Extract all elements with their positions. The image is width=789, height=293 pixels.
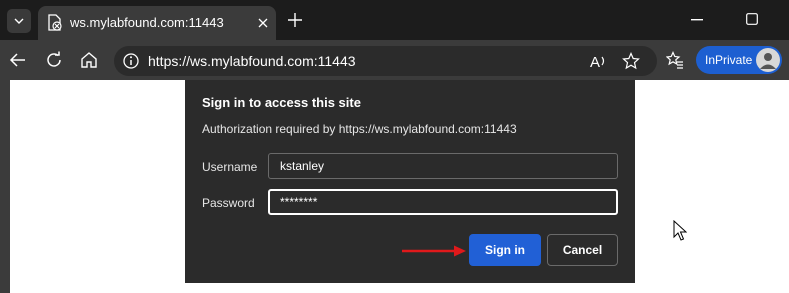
username-label: Username (202, 160, 258, 174)
avatar-icon (756, 48, 780, 72)
sign-in-button[interactable]: Sign in (469, 234, 541, 266)
browser-titlebar: ws.mylabfound.com:11443 (0, 0, 789, 40)
read-aloud-icon[interactable]: A (590, 52, 608, 70)
dialog-title: Sign in to access this site (202, 95, 361, 110)
browser-toolbar: https://ws.mylabfound.com:11443 A InPriv… (0, 40, 789, 80)
minimize-icon[interactable] (691, 19, 703, 21)
info-icon[interactable] (122, 52, 140, 70)
plus-icon[interactable] (287, 12, 303, 28)
password-field[interactable] (268, 189, 618, 215)
star-icon[interactable] (622, 52, 640, 70)
svg-text:A: A (590, 54, 600, 70)
chevron-down-icon (14, 18, 24, 24)
username-field[interactable] (268, 153, 618, 179)
annotation-arrow-icon (402, 245, 466, 257)
mouse-cursor-icon (673, 220, 687, 241)
refresh-icon[interactable] (45, 51, 63, 69)
home-icon[interactable] (80, 51, 98, 69)
inprivate-label: InPrivate (705, 53, 753, 67)
maximize-icon[interactable] (746, 13, 758, 25)
page-error-icon (48, 14, 62, 31)
favorites-icon[interactable] (666, 51, 684, 69)
page-frame-edge (0, 80, 10, 293)
tab-list-button[interactable] (7, 9, 31, 33)
close-icon[interactable] (256, 16, 270, 30)
cancel-button[interactable]: Cancel (547, 234, 618, 266)
password-label: Password (202, 196, 255, 210)
tab-title: ws.mylabfound.com:11443 (70, 15, 224, 30)
url-text: https://ws.mylabfound.com:11443 (148, 53, 356, 69)
address-bar[interactable]: https://ws.mylabfound.com:11443 A (114, 46, 657, 76)
dialog-subtitle: Authorization required by https://ws.myl… (202, 122, 517, 136)
back-icon[interactable] (9, 51, 27, 69)
inprivate-button[interactable]: InPrivate (696, 46, 782, 74)
tab-active[interactable]: ws.mylabfound.com:11443 (38, 6, 276, 40)
